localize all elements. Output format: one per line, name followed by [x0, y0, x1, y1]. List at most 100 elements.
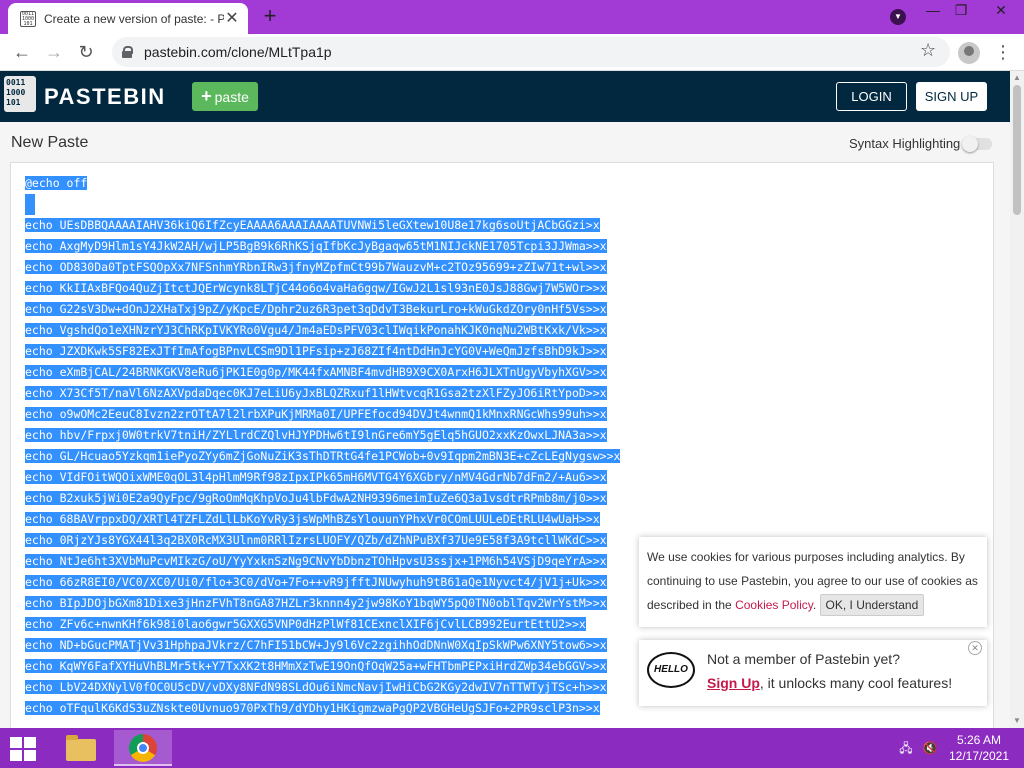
- member-promo-text: Not a member of Pastebin yet?: [707, 651, 900, 667]
- code-line: echo eXmBjCAL/24BRNKGKV8eRu6jPK1E0g0p/MK…: [25, 362, 620, 383]
- code-line-text: @echo off: [25, 176, 88, 190]
- code-line: [25, 194, 620, 215]
- chrome-taskbar-button[interactable]: [114, 730, 172, 766]
- pastebin-logo-icon[interactable]: 0011 1000 101: [4, 76, 36, 112]
- page-title: New Paste: [11, 134, 89, 151]
- code-line: echo JZXDKwk5SF82ExJTfImAfogBPnvLCSm9Dl1…: [25, 341, 620, 362]
- chrome-menu-icon[interactable]: ⋮: [994, 40, 1012, 64]
- browser-toolbar: ← → ↻ pastebin.com/clone/MLtTpa1p ☆ ⋮: [0, 34, 1024, 71]
- code-line-text: echo OD830Da0TptFSQOpXx7NFSnhmYRbnIRw3jf…: [25, 260, 607, 274]
- browser-title-bar: 0011 1000 101 Create a new version of past…: [0, 0, 1024, 34]
- scroll-down-arrow-icon[interactable]: ▼: [1010, 714, 1024, 728]
- code-line-text: echo ZFv6c+nwnKHf6k98i0lao6gwr5GXXG5VNP0…: [25, 617, 586, 631]
- code-line: echo 0RjzYJs8YGX44l3q2BX0RcMX3Ulnm0RRlIz…: [25, 530, 620, 551]
- code-line-text: echo G22sV3Dw+dOnJ2XHaTxj9pZ/yKpcE/Dphr2…: [25, 302, 607, 316]
- code-line: echo KqWY6FafXYHuVhBLMr5tk+Y7TxXK2t8HMmX…: [25, 656, 620, 677]
- code-line-text: echo oTFqulK6KdS3uZNskte0Uvnuo970PxTh9/d…: [25, 701, 600, 715]
- code-line: echo BIpJDOjbGXm81Dixe3jHnzFVhT8nGA87HZL…: [25, 593, 620, 614]
- code-line-text: [25, 194, 35, 215]
- code-line: echo OD830Da0TptFSQOpXx7NFSnhmYRbnIRw3jf…: [25, 257, 620, 278]
- code-line: echo VgshdQo1eXHNzrYJ3ChRKpIVKYRo0Vgu4/J…: [25, 320, 620, 341]
- code-line-text: echo ND+bGucPMATjVv31HphpaJVkrz/C7hFI51b…: [25, 638, 607, 652]
- code-line-text: echo JZXDKwk5SF82ExJTfImAfogBPnvLCSm9Dl1…: [25, 344, 607, 358]
- promo-signup-rest: , it unlocks many cool features!: [759, 675, 953, 691]
- windows-taskbar: 🖧 🔇 5:26 AM 12/17/2021: [0, 728, 1024, 768]
- code-line-text: echo VgshdQo1eXHNzrYJ3ChRKpIVKYRo0Vgu4/J…: [25, 323, 607, 337]
- code-line-text: echo NtJe6ht3XVbMuPcvMIkzG/oU/YyYxknSzNg…: [25, 554, 607, 568]
- pastebin-header: 0011 1000 101 PASTEBIN + paste LOGIN SIGN …: [0, 71, 1010, 122]
- plus-icon: +: [201, 86, 212, 106]
- reload-button[interactable]: ↻: [74, 40, 98, 64]
- hello-speech-bubble-icon: HELLO: [647, 652, 695, 688]
- file-explorer-icon[interactable]: [62, 731, 100, 765]
- code-line-text: echo LbV24DXNylV0fOC0U5cDV/vDXy8NFdN98SL…: [25, 680, 607, 694]
- scroll-up-arrow-icon[interactable]: ▲: [1010, 71, 1024, 85]
- network-icon[interactable]: 🖧: [898, 740, 914, 756]
- volume-muted-icon[interactable]: 🔇: [922, 740, 938, 756]
- clock-time: 5:26 AM: [956, 733, 1002, 747]
- code-line-text: echo eXmBjCAL/24BRNKGKV8eRu6jPK1E0g0p/MK…: [25, 365, 607, 379]
- syntax-highlighting-label: Syntax Highlighting: [849, 136, 961, 151]
- code-line-text: echo VIdFOitWQOixWME0qOL3l4pHlmM9Rf98zIp…: [25, 470, 607, 484]
- code-line: echo B2xuk5jWi0E2a9QyFpc/9gRoOmMqKhpVoJu…: [25, 488, 620, 509]
- site-name[interactable]: PASTEBIN: [44, 84, 166, 110]
- promo-signup-link[interactable]: Sign Up: [707, 675, 760, 691]
- cookies-policy-link[interactable]: Cookies Policy: [735, 598, 813, 612]
- main-content: New Paste Syntax Highlighting @echo off …: [0, 122, 1010, 728]
- tab-close-icon[interactable]: ✕: [224, 10, 240, 27]
- paste-button-label: paste: [214, 88, 249, 105]
- code-line: echo ZFv6c+nwnKHf6k98i0lao6gwr5GXXG5VNP0…: [25, 614, 620, 635]
- code-line-text: echo KqWY6FafXYHuVhBLMr5tk+Y7TxXK2t8HMmX…: [25, 659, 607, 673]
- forward-button[interactable]: →: [42, 40, 66, 64]
- clock-date: 12/17/2021: [948, 749, 1010, 763]
- code-lines: @echo off echo UEsDBBQAAAAIAHV36kiQ6IfZc…: [25, 173, 621, 719]
- new-tab-button[interactable]: +: [258, 5, 282, 29]
- code-line: echo LbV24DXNylV0fOC0U5cDV/vDXy8NFdN98SL…: [25, 677, 620, 698]
- promo-close-icon[interactable]: ✕: [968, 641, 982, 655]
- scroll-thumb[interactable]: [1013, 85, 1021, 215]
- code-line-text: echo AxgMyD9Hlm1sY4JkW2AH/wjLP5BgB9k6RhK…: [25, 239, 607, 253]
- code-line: echo KkIIAxBFQo4QuZjItctJQErWcynk8LTjC44…: [25, 278, 620, 299]
- code-line: echo GL/Hcuao5Yzkqm1iePyoZYy6mZjGoNuZiK3…: [25, 446, 621, 467]
- code-line: echo VIdFOitWQOixWME0qOL3l4pHlmM9Rf98zIp…: [25, 467, 620, 488]
- member-promo-signup-line: Sign Up, it unlocks many cool features!: [707, 675, 952, 691]
- page-scrollbar[interactable]: ▲ ▼: [1010, 71, 1024, 728]
- code-line-text: echo GL/Hcuao5Yzkqm1iePyoZYy6mZjGoNuZiK3…: [25, 449, 621, 463]
- code-line-text: echo KkIIAxBFQo4QuZjItctJQErWcynk8LTjC44…: [25, 281, 607, 295]
- code-line-text: echo 66zR8EI0/VC0/XC0/Ui0/flo+3C0/dVo+7F…: [25, 575, 607, 589]
- back-button[interactable]: ←: [10, 40, 34, 64]
- code-line: echo NtJe6ht3XVbMuPcvMIkzG/oU/YyYxknSzNg…: [25, 551, 620, 572]
- url-text: pastebin.com/clone/MLtTpa1p: [144, 44, 332, 60]
- code-line-text: echo 68BAVrppxDQ/XRTl4TZFLZdLlLbKoYvRy3j…: [25, 512, 600, 526]
- cookie-notice: We use cookies for various purposes incl…: [639, 537, 987, 627]
- lock-icon: [122, 46, 133, 58]
- bookmark-star-icon[interactable]: ☆: [920, 40, 936, 61]
- code-line: echo oTFqulK6KdS3uZNskte0Uvnuo970PxTh9/d…: [25, 698, 620, 719]
- browser-tab[interactable]: 0011 1000 101 Create a new version of past…: [8, 3, 248, 34]
- code-line-text: echo 0RjzYJs8YGX44l3q2BX0RcMX3Ulnm0RRlIz…: [25, 533, 607, 547]
- address-bar[interactable]: pastebin.com/clone/MLtTpa1p: [112, 37, 950, 67]
- chrome-profile-icon[interactable]: ▼: [890, 9, 906, 25]
- code-line: @echo off: [25, 173, 620, 194]
- cookie-text-end: .: [812, 598, 820, 612]
- syntax-highlighting-toggle[interactable]: [962, 136, 992, 152]
- code-line: echo X73Cf5T/naVl6NzAXVpdaDqec0KJ7eLiU6y…: [25, 383, 620, 404]
- code-line-text: echo UEsDBBQAAAAIAHV36kiQ6IfZcyEAAAA6AAA…: [25, 218, 600, 232]
- code-line: echo AxgMyD9Hlm1sY4JkW2AH/wjLP5BgB9k6RhK…: [25, 236, 620, 257]
- taskbar-clock[interactable]: 5:26 AM 12/17/2021: [944, 732, 1014, 764]
- code-line-text: echo X73Cf5T/naVl6NzAXVpdaDqec0KJ7eLiU6y…: [25, 386, 607, 400]
- signup-button[interactable]: SIGN UP: [916, 82, 987, 111]
- window-close-button[interactable]: ✕: [978, 0, 1024, 22]
- code-line: echo hbv/Frpxj0W0trkV7tniH/ZYLlrdCZQlvHJ…: [25, 425, 620, 446]
- code-line: echo 66zR8EI0/VC0/XC0/Ui0/flo+3C0/dVo+7F…: [25, 572, 620, 593]
- login-button[interactable]: LOGIN: [836, 82, 907, 111]
- pastebin-favicon-icon: 0011 1000 101: [20, 10, 36, 27]
- chrome-icon: [129, 734, 157, 762]
- new-paste-button[interactable]: + paste: [192, 82, 258, 111]
- tab-title: Create a new version of paste: - P: [44, 11, 224, 26]
- profile-avatar[interactable]: [958, 42, 980, 64]
- code-line: echo ND+bGucPMATjVv31HphpaJVkrz/C7hFI51b…: [25, 635, 620, 656]
- cookie-ok-button[interactable]: OK, I Understand: [819, 594, 925, 616]
- windows-start-icon[interactable]: [6, 734, 40, 762]
- code-line-text: echo o9wOMc2EeuC8Ivzn2zrOTtA7l2lrbXPuKjM…: [25, 407, 607, 421]
